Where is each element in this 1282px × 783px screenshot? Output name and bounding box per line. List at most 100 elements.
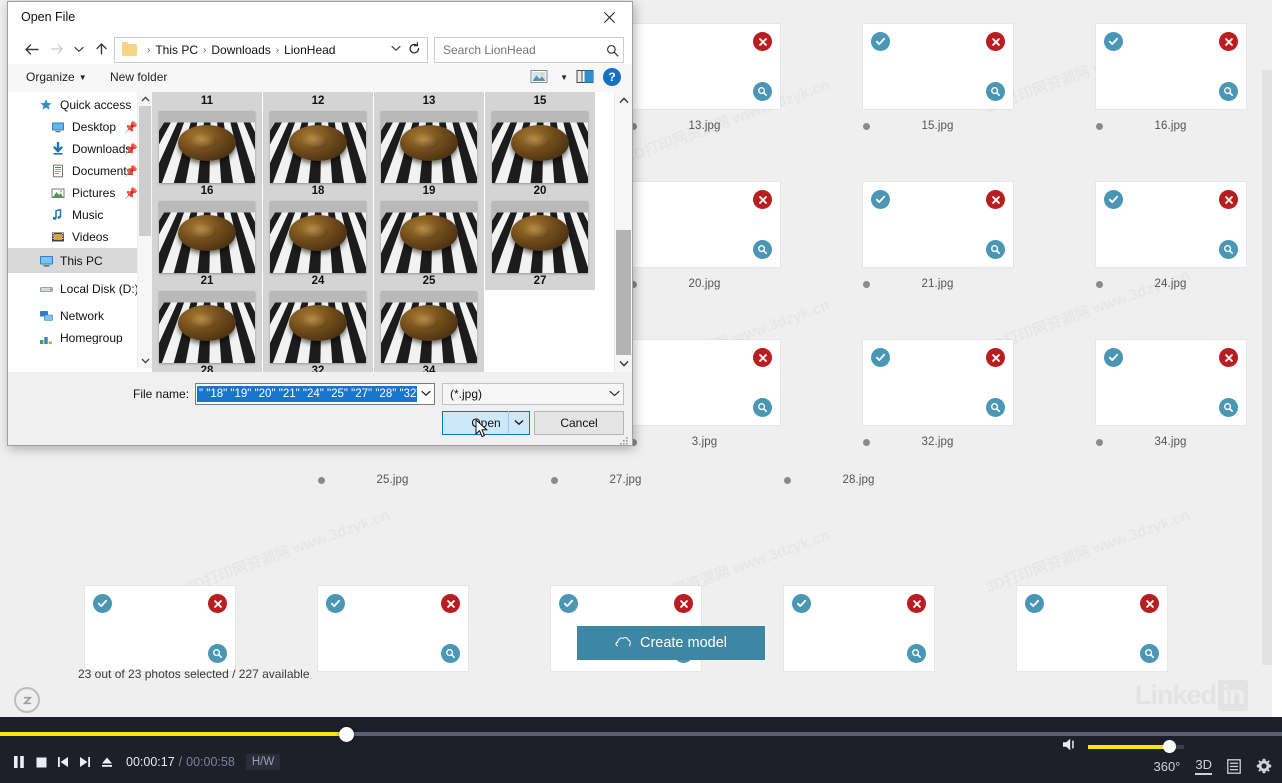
thumbnail-cell[interactable]: 27 <box>485 200 595 290</box>
sidebar-item-downloads[interactable]: Downloads 📌 <box>8 138 152 160</box>
check-circle-icon[interactable] <box>1104 32 1123 51</box>
scroll-up-icon[interactable] <box>615 92 632 109</box>
photo-cell[interactable]: 20.jpg <box>630 182 780 292</box>
sidebar-item-local-disk[interactable]: Local Disk (D:) <box>8 278 152 300</box>
chevron-down-icon[interactable] <box>391 44 401 55</box>
thumbnail-cell[interactable]: 24 <box>263 200 373 290</box>
chevron-down-icon[interactable] <box>418 389 434 399</box>
refresh-icon[interactable] <box>408 42 421 59</box>
arrow-up-icon[interactable] <box>90 38 112 60</box>
check-circle-icon[interactable] <box>871 32 890 51</box>
photo-cell[interactable] <box>784 586 934 671</box>
check-circle-icon[interactable] <box>871 190 890 209</box>
delete-circle-icon[interactable] <box>1219 348 1238 367</box>
delete-circle-icon[interactable] <box>753 32 772 51</box>
delete-circle-icon[interactable] <box>753 348 772 367</box>
photo-cell[interactable]: 25.jpg <box>318 463 468 548</box>
sidebar-item-network[interactable]: Network <box>8 305 152 327</box>
magnifier-icon[interactable] <box>986 82 1005 101</box>
photo-cell[interactable]: 32.jpg <box>863 340 1013 450</box>
gear-icon[interactable] <box>1256 758 1272 774</box>
photo-cell[interactable]: 27.jpg <box>551 463 701 548</box>
photo-card[interactable] <box>630 24 780 109</box>
playlist-icon[interactable] <box>1227 758 1241 774</box>
file-name-field[interactable]: " "18" "19" "20" "21" "24" "25" "27" "28… <box>195 383 435 405</box>
photo-card[interactable] <box>630 340 780 425</box>
magnifier-icon[interactable] <box>1219 398 1238 417</box>
breadcrumb-downloads[interactable]: Downloads <box>211 43 270 57</box>
sidebar-scrollbar[interactable] <box>137 92 152 368</box>
magnifier-icon[interactable] <box>753 82 772 101</box>
photo-card[interactable] <box>630 182 780 267</box>
check-circle-icon[interactable] <box>93 594 112 613</box>
new-folder-button[interactable]: New folder <box>110 70 167 84</box>
magnifier-icon[interactable] <box>1219 240 1238 259</box>
sidebar-item-homegroup[interactable]: Homegroup <box>8 332 152 344</box>
address-bar[interactable]: › This PC › Downloads › LionHead <box>114 37 428 63</box>
app-scrollbar-thumb[interactable] <box>1262 70 1272 665</box>
magnifier-icon[interactable] <box>208 644 227 663</box>
sidebar-item-desktop[interactable]: Desktop 📌 <box>8 116 152 138</box>
search-box[interactable] <box>434 37 624 63</box>
thumbnail-cell[interactable]: 28 <box>152 290 262 372</box>
stop-icon[interactable] <box>30 751 52 773</box>
breadcrumb-this-pc[interactable]: This PC <box>155 43 198 57</box>
file-type-select[interactable]: (*.jpg) <box>442 383 624 405</box>
sidebar-scrollbar-thumb[interactable] <box>139 106 151 236</box>
scroll-down-icon[interactable] <box>138 354 152 368</box>
photo-cell[interactable]: 21.jpg <box>863 182 1013 292</box>
cancel-button[interactable]: Cancel <box>534 411 624 435</box>
eject-icon[interactable] <box>96 751 118 773</box>
photo-cell[interactable] <box>85 586 235 671</box>
volume-handle[interactable] <box>1162 740 1176 753</box>
thumbnail-cell[interactable]: 20 <box>485 110 595 200</box>
scroll-down-icon[interactable] <box>615 355 632 372</box>
sidebar-item-quick-access[interactable]: Quick access <box>8 94 152 116</box>
view-3d-button[interactable]: 3D <box>1195 757 1212 775</box>
open-dropdown-button[interactable] <box>508 411 529 433</box>
magnifier-icon[interactable] <box>753 398 772 417</box>
photo-card[interactable] <box>1017 586 1167 671</box>
photo-card[interactable] <box>1096 182 1246 267</box>
delete-circle-icon[interactable] <box>986 190 1005 209</box>
search-input[interactable] <box>435 42 601 58</box>
thumbnail-cell[interactable]: 32 <box>263 290 373 372</box>
delete-circle-icon[interactable] <box>1219 32 1238 51</box>
volume-track[interactable] <box>1088 740 1184 753</box>
photo-cell[interactable]: 13.jpg <box>630 24 780 134</box>
thumbnail-cell[interactable]: 13 <box>374 92 484 110</box>
view-360-button[interactable]: 360° <box>1153 759 1180 774</box>
view-options-icon[interactable] <box>530 69 548 85</box>
photo-card[interactable] <box>863 182 1013 267</box>
thumbnail-cell[interactable]: 19 <box>374 110 484 200</box>
sidebar-item-documents[interactable]: Documents 📌 <box>8 160 152 182</box>
breadcrumb-lionhead[interactable]: LionHead <box>284 43 335 57</box>
photo-card[interactable] <box>318 586 468 671</box>
magnifier-icon[interactable] <box>1219 82 1238 101</box>
chevron-down-icon[interactable]: ▼ <box>560 73 568 82</box>
volume-control[interactable] <box>1062 737 1184 757</box>
arrow-left-icon[interactable] <box>21 38 43 60</box>
photo-card[interactable] <box>1096 340 1246 425</box>
check-circle-icon[interactable] <box>1104 190 1123 209</box>
magnifier-icon[interactable] <box>1140 644 1159 663</box>
delete-circle-icon[interactable] <box>441 594 460 613</box>
previous-icon[interactable] <box>52 751 74 773</box>
photo-cell[interactable]: 3.jpg <box>630 340 780 450</box>
check-circle-icon[interactable] <box>559 594 578 613</box>
delete-circle-icon[interactable] <box>1140 594 1159 613</box>
seek-handle[interactable] <box>339 727 355 742</box>
pin-icon[interactable]: 📌 <box>124 143 138 156</box>
thumbnail-cell[interactable]: 16 <box>152 110 262 200</box>
magnifier-icon[interactable] <box>441 644 460 663</box>
thumbnail-cell[interactable]: 21 <box>152 200 262 290</box>
scroll-up-icon[interactable] <box>138 92 152 106</box>
photo-card[interactable] <box>85 586 235 671</box>
search-icon[interactable] <box>601 44 623 57</box>
file-list-scrollbar-thumb[interactable] <box>616 230 631 355</box>
delete-circle-icon[interactable] <box>986 348 1005 367</box>
file-name-value[interactable]: " "18" "19" "20" "21" "24" "25" "27" "28… <box>197 386 417 402</box>
delete-circle-icon[interactable] <box>208 594 227 613</box>
check-circle-icon[interactable] <box>1025 594 1044 613</box>
photo-cell[interactable]: 16.jpg <box>1096 24 1246 134</box>
